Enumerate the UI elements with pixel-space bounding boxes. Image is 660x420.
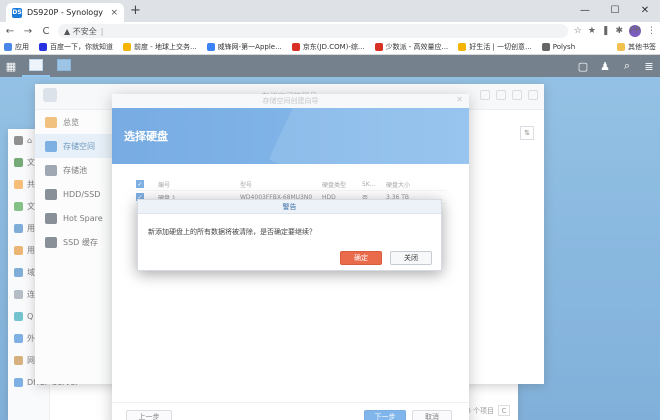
minimize-icon[interactable]: — [570, 0, 600, 20]
maximize-icon[interactable]: ☐ [600, 0, 630, 20]
browser-tab-bar: DS DS920P - Synology NAS × + — ☐ ✕ [0, 0, 660, 22]
close-window-icon[interactable]: ✕ [630, 0, 660, 20]
close-button[interactable]: 关闭 [390, 251, 432, 265]
bookmark-item[interactable]: 好生活 | 一切创意... [458, 42, 532, 52]
address-bar-icons: ☆ ★ ❚ ✱ PP ⋮ [574, 25, 656, 37]
bookmarks-bar: 应用 百度一下，你就知道 前度 - 地球上交务... 威锋网-第一Apple..… [0, 40, 660, 55]
extension-star-icon[interactable]: ★ [588, 26, 596, 36]
other-bookmarks[interactable]: 其他书签 [617, 42, 656, 52]
warning-message: 新添加硬盘上的所有数据将被清除，是否确定要继续？ [148, 228, 316, 236]
jd-icon [291, 43, 300, 51]
bookmark-item[interactable]: 少数派 - 高效量应... [374, 42, 448, 52]
bookmark-item[interactable]: 前度 - 地球上交务... [123, 42, 197, 52]
window-controls: — ☐ ✕ [570, 0, 660, 20]
browser-tab-active[interactable]: DS DS920P - Synology NAS × [6, 3, 124, 22]
tab-title: DS920P - Synology NAS [27, 8, 105, 17]
bookmark-item[interactable]: 威锋网-第一Apple... [206, 42, 282, 52]
address-bar: ← → C ▲ 不安全 | ☆ ★ ❚ ✱ PP ⋮ [0, 22, 660, 40]
globe-icon [541, 43, 550, 51]
apps-grid-icon [4, 43, 12, 51]
browser-menu-icon[interactable]: ⋮ [647, 26, 656, 36]
bookmark-item[interactable]: 应用 [4, 42, 29, 52]
back-icon[interactable]: ← [4, 26, 16, 37]
bookmark-star-icon[interactable]: ☆ [574, 26, 582, 36]
bookmark-site-icon [123, 43, 131, 51]
new-tab-icon[interactable]: + [130, 4, 141, 18]
warning-dialog: 警告 新添加硬盘上的所有数据将被清除，是否确定要继续？ 确定 关闭 [137, 199, 442, 271]
profile-avatar[interactable]: PP [629, 25, 641, 37]
url-text: | [100, 26, 104, 36]
insecure-label: ▲ 不安全 [64, 26, 97, 36]
warning-title: 警告 [138, 200, 441, 214]
feng-icon [206, 43, 215, 51]
bookmark-item[interactable]: 百度一下，你就知道 [39, 42, 113, 52]
bookmark-item[interactable]: 京东(JD.COM)-综... [291, 42, 365, 52]
extension-bar-icon[interactable]: ❚ [602, 26, 610, 36]
url-input[interactable]: ▲ 不安全 | [58, 24, 568, 38]
extension-puzzle-icon[interactable]: ✱ [615, 26, 623, 36]
dsm-desktop: ▦ ▢ ♟ ⌕ ≣ ⌂ 文 共 文 用 用 域 连 Q 外 网络 DHCP Se… [0, 55, 660, 420]
reload-icon[interactable]: C [40, 26, 52, 37]
bookmark-item[interactable]: Polysh [541, 43, 575, 51]
folder-icon [617, 43, 625, 51]
confirm-button[interactable]: 确定 [340, 251, 382, 265]
synology-favicon-icon: DS [12, 7, 22, 18]
lightbulb-icon [458, 43, 467, 51]
tab-close-icon[interactable]: × [110, 8, 118, 18]
forward-icon[interactable]: → [22, 26, 34, 37]
sspai-icon [374, 43, 383, 51]
baidu-icon [39, 43, 47, 51]
